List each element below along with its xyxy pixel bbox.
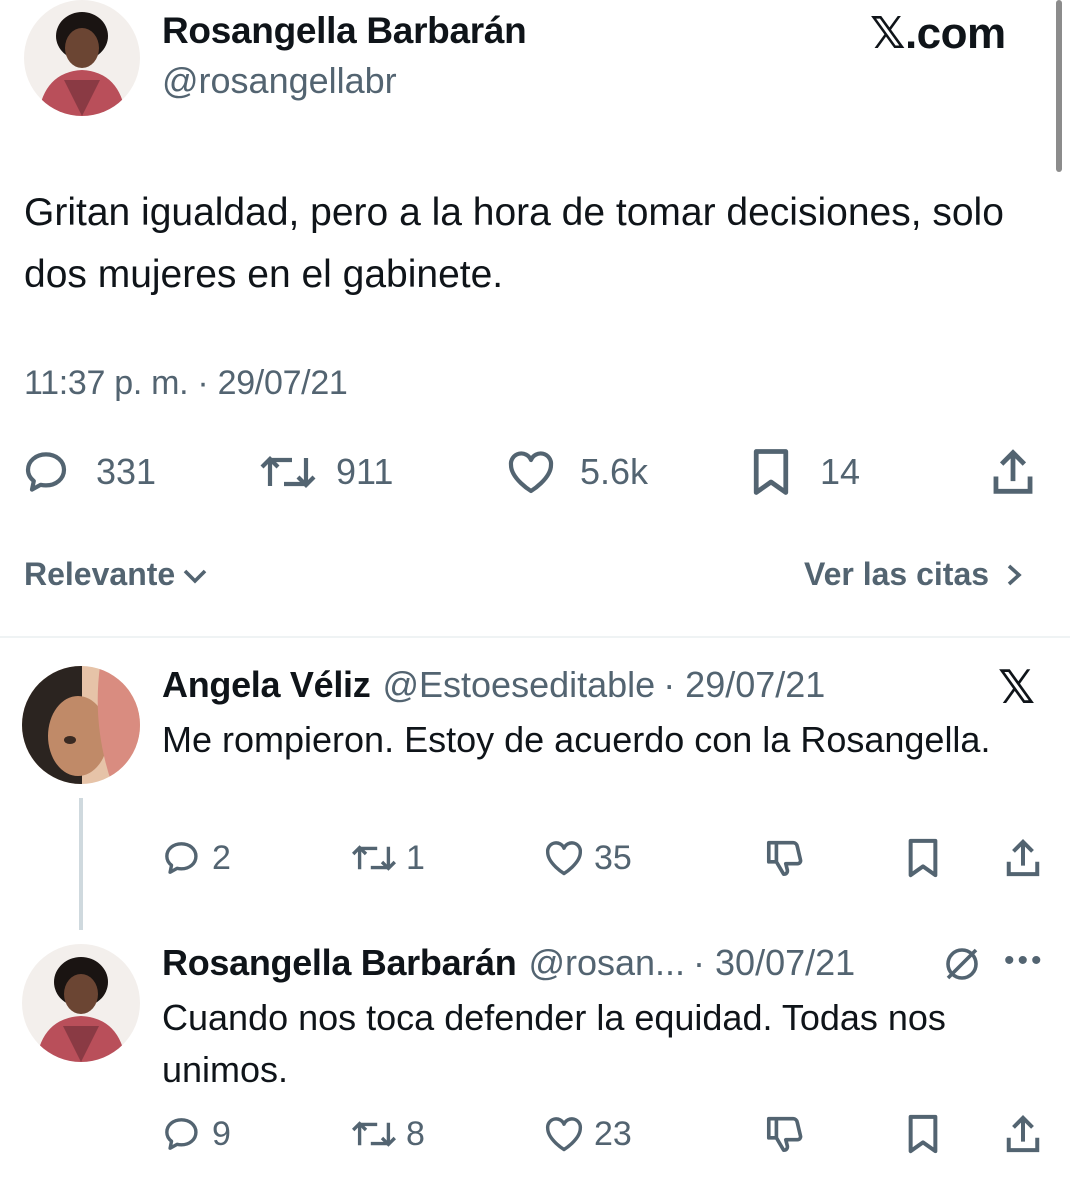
section-divider (0, 636, 1070, 638)
bookmark-icon (753, 449, 789, 495)
reply-author-name[interactable]: Rosangella Barbarán (162, 942, 517, 984)
reply-dislike-button[interactable] (764, 836, 806, 880)
reply-like-button[interactable]: 23 (542, 1112, 632, 1156)
bookmark-count: 14 (820, 451, 861, 492)
reply-reply-button[interactable]: 2 (162, 836, 231, 880)
main-tweet-timestamp[interactable]: 11:37 p. m. · 29/07/21 (24, 364, 348, 403)
main-author-handle[interactable]: @rosangellabr (162, 60, 397, 102)
brand-logo: 𝕏.com (870, 9, 1006, 58)
reply-repost-button[interactable]: 1 (350, 836, 425, 880)
sort-dropdown[interactable]: Relevante (24, 556, 209, 593)
reply-author-handle[interactable]: @Estoeseditable (382, 664, 655, 706)
thumbs-down-icon (766, 840, 803, 877)
scrollbar[interactable] (1056, 0, 1062, 172)
repost-arrows-icon (260, 456, 316, 488)
reply-count: 331 (96, 451, 157, 492)
chevron-right-icon (1007, 564, 1022, 585)
reply-text: Cuando nos toca defender la equidad. Tod… (162, 997, 946, 1090)
slash-circle-icon (942, 944, 982, 989)
reply-text: Me rompieron. Estoy de acuerdo con la Ro… (162, 719, 991, 760)
reply-header: Rosangella Barbarán @rosan... · 30/07/21 (162, 942, 855, 984)
reply-repost-count: 8 (406, 1114, 425, 1153)
reply-date[interactable]: · 29/07/21 (663, 664, 825, 706)
repost-button[interactable]: 911 (258, 446, 393, 498)
x-logo-icon[interactable]: 𝕏 (998, 660, 1035, 714)
heart-icon (508, 451, 554, 494)
reply-bookmark-button[interactable] (904, 1112, 942, 1156)
reply-dislike-button[interactable] (764, 1112, 806, 1156)
repost-count: 911 (336, 451, 394, 492)
share-upload-icon (1006, 1115, 1040, 1153)
main-author-name[interactable]: Rosangella Barbarán (162, 10, 527, 52)
reply-date[interactable]: · 30/07/21 (693, 942, 855, 984)
repost-arrows-icon (352, 1121, 396, 1147)
sort-label: Relevante (24, 556, 176, 592)
reply-repost-count: 1 (406, 838, 425, 877)
reply-share-button[interactable] (1004, 1112, 1042, 1156)
reply-header: Angela Véliz @Estoeseditable · 29/07/21 (162, 664, 825, 706)
more-dots-icon[interactable]: ••• (1004, 944, 1045, 978)
reply-reply-count: 2 (212, 838, 231, 877)
reply-reply-button[interactable]: 9 (162, 1112, 231, 1156)
reply-share-button[interactable] (1004, 836, 1042, 880)
bookmark-button[interactable]: 14 (748, 446, 860, 498)
main-tweet-text: Gritan igualdad, pero a la hora de tomar… (24, 191, 1004, 296)
reply-bookmark-button[interactable] (904, 836, 942, 880)
reply-author-avatar[interactable] (22, 944, 140, 1062)
main-author-avatar[interactable] (24, 0, 140, 116)
bookmark-icon (908, 1114, 938, 1154)
like-count: 5.6k (580, 451, 649, 492)
share-button[interactable] (990, 446, 1036, 498)
repost-arrows-icon (352, 845, 396, 871)
view-quotes-label: Ver las citas (804, 556, 990, 592)
reply-author-handle[interactable]: @rosan... (528, 942, 685, 984)
share-upload-icon (1006, 839, 1040, 877)
speech-bubble-icon (25, 452, 67, 492)
reply-repost-button[interactable]: 8 (350, 1112, 425, 1156)
chevron-down-icon (183, 569, 207, 584)
thread-connector-line (79, 798, 83, 930)
heart-icon (545, 1117, 583, 1152)
reply-button[interactable]: 331 (22, 446, 156, 498)
like-button[interactable]: 5.6k (504, 446, 648, 498)
bookmark-icon (908, 838, 938, 878)
heart-icon (545, 841, 583, 876)
reply-reply-count: 9 (212, 1114, 231, 1153)
reply-like-count: 23 (594, 1114, 632, 1153)
view-quotes-link[interactable]: Ver las citas (804, 556, 1025, 593)
thumbs-down-icon (766, 1116, 803, 1153)
reply-author-name[interactable]: Angela Véliz (162, 664, 371, 706)
reply-like-count: 35 (594, 838, 632, 877)
speech-bubble-icon (165, 1118, 198, 1150)
speech-bubble-icon (165, 842, 198, 874)
reply-author-avatar[interactable] (22, 666, 140, 784)
reply-like-button[interactable]: 35 (542, 836, 632, 880)
share-upload-icon (993, 449, 1033, 494)
